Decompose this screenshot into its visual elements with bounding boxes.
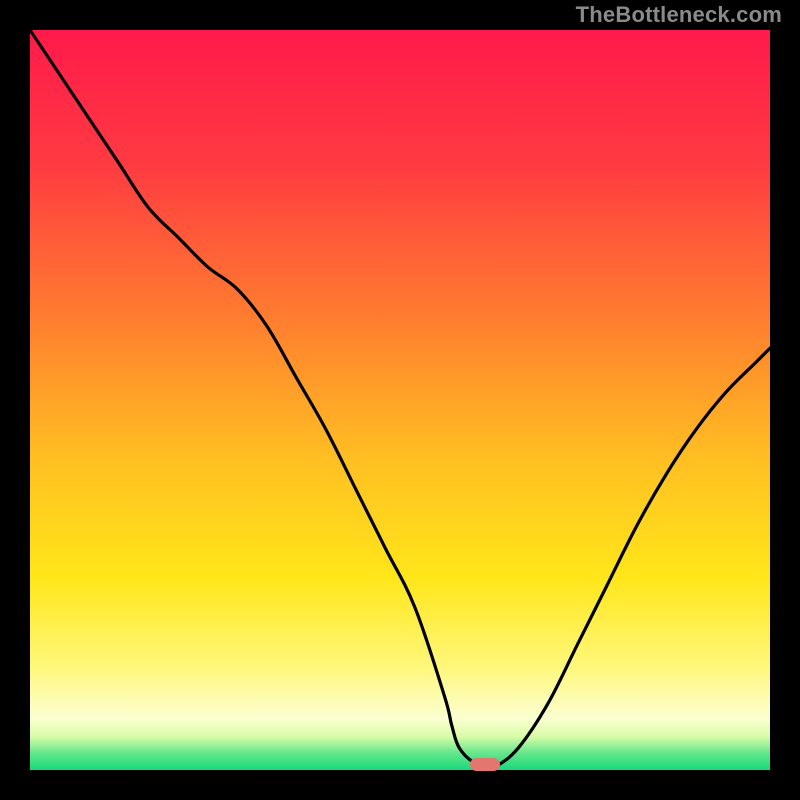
optimum-marker: [470, 758, 500, 771]
attribution-text: TheBottleneck.com: [576, 2, 782, 28]
plot-svg: [30, 30, 770, 770]
gradient-background: [30, 30, 770, 770]
plot-area: [30, 30, 770, 770]
chart-frame: TheBottleneck.com: [0, 0, 800, 800]
